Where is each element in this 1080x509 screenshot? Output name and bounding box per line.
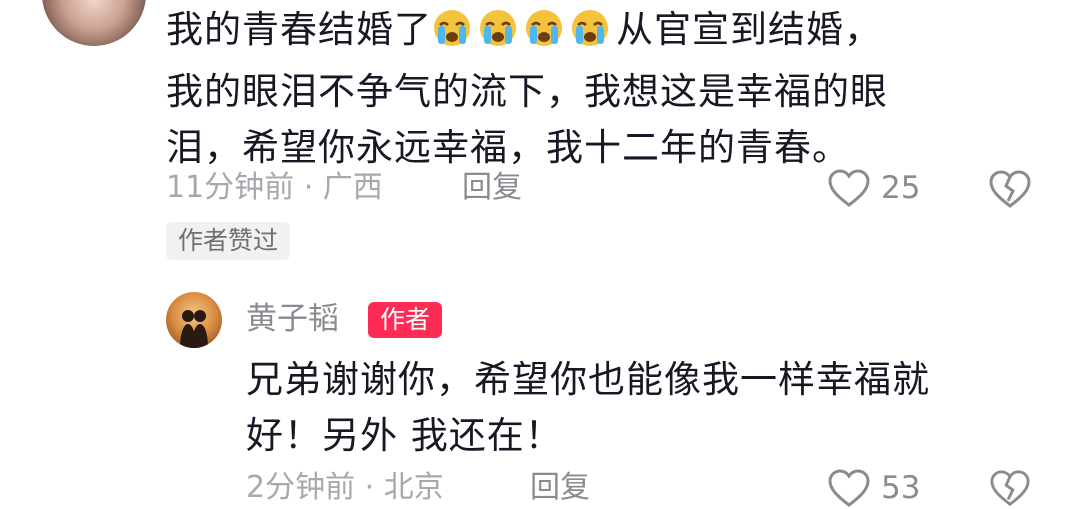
reply-reply-button[interactable]: 回复 [530, 468, 590, 508]
reply-line2: 好！另外 我还在！ [246, 414, 563, 457]
broken-heart-icon[interactable] [988, 468, 1032, 508]
reply-time-location: 2分钟前 · 北京 [246, 470, 444, 505]
comment-line2: 我的眼泪不争气的流下，我想这是幸福的眼 [166, 70, 888, 113]
reply-text: 兄弟谢谢你，希望你也能像我一样幸福就 好！另外 我还在！ [246, 352, 1026, 464]
reply-username[interactable]: 黄子韬 [246, 299, 339, 339]
author-badge: 作者 [368, 302, 443, 338]
commenter-avatar[interactable] [42, 0, 146, 46]
comment-line1-suffix: 从官宣到结婚， [616, 8, 882, 51]
heart-outline-icon [828, 469, 870, 507]
reply-like-button[interactable]: 53 [827, 468, 920, 508]
comment-text: 我的青春结婚了 从官宣到结婚， 我的眼泪不争气的流下，我想这是幸福的眼 泪，希望你… [166, 2, 1046, 176]
comment-reply-button[interactable]: 回复 [462, 168, 522, 208]
comment-line3: 泪，希望你永远幸福，我十二年的青春。 [166, 126, 850, 169]
crying-face-emoji [434, 10, 470, 46]
comment-line1-prefix: 我的青春结婚了 [166, 8, 432, 51]
reply-avatar[interactable] [166, 292, 222, 348]
comment-like-count: 25 [881, 170, 921, 206]
comment-time-location: 11分钟前 · 广西 [166, 170, 383, 205]
comment-like-button[interactable]: 25 [827, 168, 920, 208]
crying-face-emoji [480, 10, 516, 46]
couple-silhouette-image [180, 310, 208, 348]
reply-like-count: 53 [881, 470, 921, 506]
crying-face-emoji [572, 10, 608, 46]
reply-line1: 兄弟谢谢你，希望你也能像我一样幸福就 [246, 358, 930, 401]
emoji-group [432, 8, 616, 64]
crying-face-emoji [526, 10, 562, 46]
heart-outline-icon [828, 169, 870, 207]
broken-heart-icon[interactable] [988, 168, 1032, 210]
author-liked-badge: 作者赞过 [166, 222, 291, 260]
